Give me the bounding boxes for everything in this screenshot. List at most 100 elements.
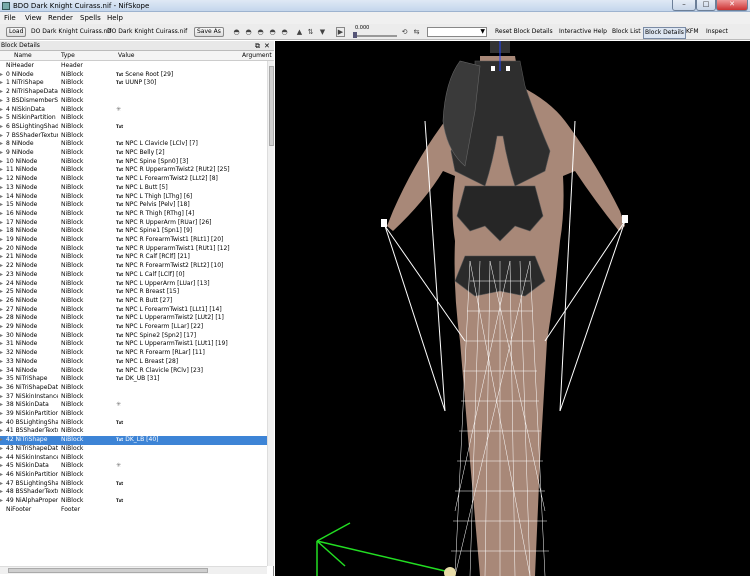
view-user-icon[interactable]: ◓ [280, 28, 289, 36]
time-slider[interactable]: 0.000 [353, 25, 397, 38]
scroll-thumb[interactable] [269, 66, 274, 146]
save-file-field[interactable]: DO Dark Knight Cuirass.nif [107, 27, 187, 37]
tree-row[interactable]: ▸ 28 NiNode NiBlock Txt NPC L UpperarmTwist2… [0, 314, 270, 323]
menu-help[interactable]: Help [107, 13, 123, 23]
reset-block-details-button[interactable]: Reset Block Details [495, 27, 553, 37]
view-side-icon[interactable]: ◓ [268, 28, 277, 36]
tree-row[interactable]: ▸48 BSShaderTextureSetNiBlock [0, 488, 270, 497]
text-type-icon: Txt [116, 289, 124, 295]
tree-row[interactable]: NiFooter Footer [0, 506, 270, 515]
menu-render[interactable]: Render [48, 13, 73, 23]
toolbar: Load DO Dark Knight Cuirass.nif DO Dark … [0, 24, 750, 40]
tree-row[interactable]: ▸ 11 NiNode NiBlock Txt NPC R UpperarmTwist2… [0, 166, 270, 175]
tree-row[interactable]: ▸ 2 NiTriShapeData NiBlock [0, 88, 270, 97]
view-top-icon[interactable]: ◓ [244, 28, 253, 36]
tree-row[interactable]: ▸ 35 NiTriShape NiBlock Txt DK_UB [31] [0, 375, 270, 384]
tree-row[interactable]: ▸ 20 NiNode NiBlock Txt NPC R UpperarmTwist1… [0, 245, 270, 254]
animation-select[interactable]: ▼ [427, 27, 487, 37]
tree-row[interactable]: ▸6 BSLightingShaderPropertyNiBlock Txt [0, 123, 270, 132]
flip-icon[interactable]: ⇅ [306, 28, 315, 36]
view-walk-icon[interactable]: ◓ [232, 28, 241, 36]
switch-icon[interactable]: ⇆ [412, 28, 421, 36]
tree-row[interactable]: ▸ 45 NiSkinData NiBlock ✳ [0, 462, 270, 471]
tree-row[interactable]: ▸ 33 NiNode NiBlock Txt NPC L Breast [28] [0, 358, 270, 367]
menu-file[interactable]: File [4, 13, 16, 23]
column-type[interactable]: Type [61, 51, 75, 61]
tree-row[interactable]: ▸ 34 NiNode NiBlock Txt NPC R Clavicle [RClv… [0, 367, 270, 376]
block-details-button[interactable]: Block Details [643, 27, 686, 39]
tree-row[interactable]: ▸3 BSDismemberSkinInstanceNiBlock [0, 97, 270, 106]
tree-row[interactable]: ▸ 30 NiNode NiBlock Txt NPC Spine2 [Spn2] [1… [0, 332, 270, 341]
tree-row[interactable]: ▸40 BSLightingShaderPropertyNiBlock Txt [0, 419, 270, 428]
tree-row[interactable]: ▸ 26 NiNode NiBlock Txt NPC R Butt [27] [0, 297, 270, 306]
row-name: ▸ 46 NiSkinPartition [0, 470, 58, 478]
arrow-down-icon[interactable]: ▼ [318, 28, 327, 36]
tree-row[interactable]: ▸ 23 NiNode NiBlock Txt NPC L Calf [LClf] [0… [0, 271, 270, 280]
slider-knob[interactable] [353, 32, 357, 38]
tree-row[interactable]: ▸ 4 NiSkinData NiBlock ✳ [0, 106, 270, 115]
tree-row[interactable]: ▸ 27 NiNode NiBlock Txt NPC L ForearmTwist1 … [0, 306, 270, 315]
tree-row[interactable]: ▸47 BSLightingShaderPropertyNiBlock Txt [0, 480, 270, 489]
row-value: Txt [116, 480, 266, 489]
minimize-button[interactable]: – [672, 0, 696, 11]
tree-row[interactable]: ▸7 BSShaderTextureSetNiBlock [0, 132, 270, 141]
render-viewport[interactable] [275, 41, 750, 576]
view-front-icon[interactable]: ◓ [256, 28, 265, 36]
play-icon[interactable]: ▶ [336, 27, 345, 37]
tree-row[interactable]: ▸ 42 NiTriShape NiBlock Txt DK_LB [40] [0, 436, 270, 445]
block-list-button[interactable]: Block List [612, 27, 641, 37]
column-value[interactable]: Value [118, 51, 134, 61]
tree-row[interactable]: ▸ 19 NiNode NiBlock Txt NPC R ForearmTwist1 … [0, 236, 270, 245]
tree-row[interactable]: ▸ 15 NiNode NiBlock Txt NPC Pelvis [Pelv] [1… [0, 201, 270, 210]
tree-row[interactable]: ▸ 9 NiNode NiBlock Txt NPC Belly [2] [0, 149, 270, 158]
load-button[interactable]: Load [6, 27, 27, 37]
tree-row[interactable]: ▸ 0 NiNode NiBlock Txt Scene Root [29] [0, 71, 270, 80]
horizontal-scrollbar[interactable] [0, 566, 267, 574]
row-name: ▸ 45 NiSkinData [0, 462, 49, 470]
tree-row[interactable]: ▸ 13 NiNode NiBlock Txt NPC L Butt [5] [0, 184, 270, 193]
tree-row[interactable]: ▸ 10 NiNode NiBlock Txt NPC Spine [Spn0] [3] [0, 158, 270, 167]
tree-row[interactable]: ▸ 38 NiSkinData NiBlock ✳ [0, 401, 270, 410]
close-button[interactable]: ✕ [716, 0, 748, 11]
kfm-button[interactable]: KFM [686, 27, 699, 37]
tree-row[interactable]: ▸ 18 NiNode NiBlock Txt NPC Spine1 [Spn1] [9… [0, 227, 270, 236]
menu-spells[interactable]: Spells [80, 13, 101, 23]
tree-row[interactable]: ▸ 12 NiNode NiBlock Txt NPC L ForearmTwist2 … [0, 175, 270, 184]
tree-row[interactable]: ▸ 17 NiNode NiBlock Txt NPC R UpperArm [RUar… [0, 219, 270, 228]
hscroll-thumb[interactable] [8, 568, 208, 573]
tree-row[interactable]: ▸ 22 NiNode NiBlock Txt NPC R ForearmTwist2 … [0, 262, 270, 271]
tree-row[interactable]: ▸ 24 NiNode NiBlock Txt NPC L UpperArm [LUar… [0, 280, 270, 289]
tree-row[interactable]: ▸ 43 NiTriShapeData NiBlock [0, 445, 270, 454]
load-file-field[interactable]: DO Dark Knight Cuirass.nif [31, 27, 111, 37]
tree-row[interactable]: ▸ 46 NiSkinPartition NiBlock [0, 471, 270, 480]
save-as-button[interactable]: Save As [194, 27, 224, 37]
tree-row[interactable]: ▸49 NiAlphaPropertyNiBlock Txt [0, 497, 270, 506]
column-argument[interactable]: Argument [242, 51, 272, 61]
tree-row[interactable]: ▸ 37 NiSkinInstance NiBlock [0, 393, 270, 402]
close-panel-icon[interactable]: ✕ [264, 41, 270, 51]
tree-row[interactable]: ▸ 39 NiSkinPartition NiBlock [0, 410, 270, 419]
menu-view[interactable]: View [25, 13, 42, 23]
vertical-scrollbar[interactable] [267, 61, 274, 566]
tree-row[interactable]: ▸ 32 NiNode NiBlock Txt NPC R Forearm [RLar]… [0, 349, 270, 358]
tree-row[interactable]: ▸ 8 NiNode NiBlock Txt NPC L Clavicle [LClv]… [0, 140, 270, 149]
maximize-button[interactable]: □ [696, 0, 716, 11]
column-name[interactable]: Name [14, 51, 32, 61]
tree-row[interactable]: ▸ 25 NiNode NiBlock Txt NPC R Breast [15] [0, 288, 270, 297]
tree-row[interactable]: ▸41 BSShaderTextureSetNiBlock [0, 427, 270, 436]
inspect-button[interactable]: Inspect [706, 27, 728, 37]
tree-row[interactable]: ▸ 44 NiSkinInstance NiBlock [0, 454, 270, 463]
tree-row[interactable]: ▸ 16 NiNode NiBlock Txt NPC R Thigh [RThg] [… [0, 210, 270, 219]
tree-row[interactable]: ▸ 5 NiSkinPartition NiBlock [0, 114, 270, 123]
tree-row[interactable]: ▸ 29 NiNode NiBlock Txt NPC L Forearm [LLar]… [0, 323, 270, 332]
tree-row[interactable]: ▸ 31 NiNode NiBlock Txt NPC L UpperarmTwist1… [0, 340, 270, 349]
float-icon[interactable]: ⧉ [255, 41, 260, 51]
tree-row[interactable]: ▸ 1 NiTriShape NiBlock Txt UUNP [30] [0, 79, 270, 88]
tree-row[interactable]: NiHeader Header [0, 62, 270, 71]
tree-row[interactable]: ▸ 36 NiTriShapeData NiBlock [0, 384, 270, 393]
tree-row[interactable]: ▸ 21 NiNode NiBlock Txt NPC R Calf [RClf] [2… [0, 253, 270, 262]
interactive-help-button[interactable]: Interactive Help [559, 27, 607, 37]
loop-icon[interactable]: ⟲ [400, 28, 409, 36]
arrow-up-icon[interactable]: ▲ [295, 28, 304, 36]
tree-row[interactable]: ▸ 14 NiNode NiBlock Txt NPC L Thigh [LThg] [… [0, 193, 270, 202]
